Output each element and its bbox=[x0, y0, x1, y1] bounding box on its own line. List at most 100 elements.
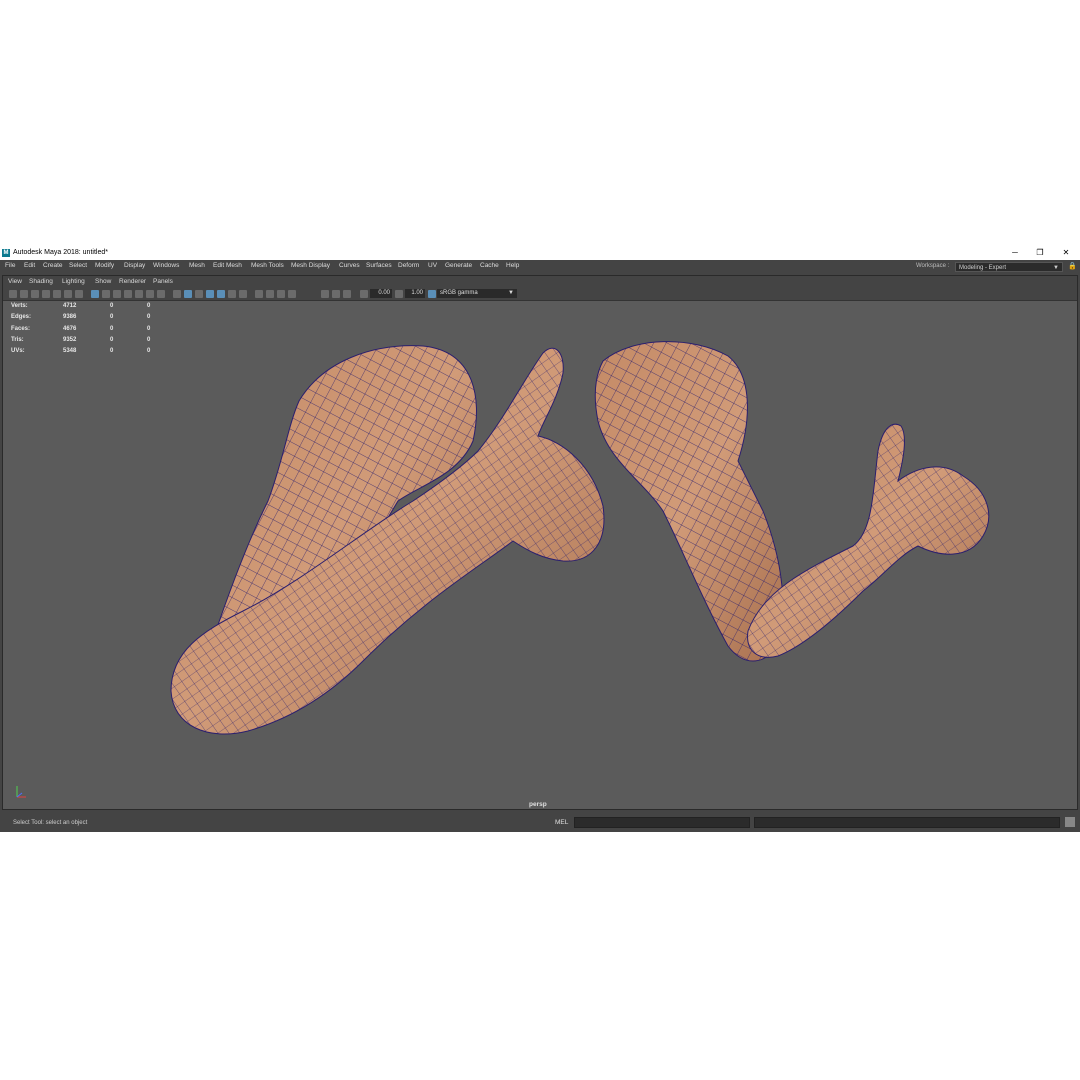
menu-generate[interactable]: Generate bbox=[445, 262, 472, 269]
3d-viewport[interactable]: Verts: 4712 0 0 Edges: 9386 0 0 Faces: 4… bbox=[3, 301, 1077, 809]
hud-label: Edges: bbox=[11, 314, 32, 321]
title-bar: M Autodesk Maya 2018: untitled* ─ ❐ ✕ bbox=[0, 246, 1080, 260]
gamma-icon[interactable] bbox=[395, 290, 403, 298]
window-title: Autodesk Maya 2018: untitled* bbox=[13, 249, 108, 256]
scene-render bbox=[170, 341, 990, 735]
2d-pan-icon[interactable] bbox=[53, 290, 61, 298]
panel-menu-view[interactable]: View bbox=[8, 278, 22, 285]
hud-value: 0 bbox=[110, 336, 114, 343]
hud-label: Tris: bbox=[11, 336, 24, 343]
gamma-field[interactable]: 1.00 bbox=[405, 289, 425, 298]
exposure-icon[interactable] bbox=[360, 290, 368, 298]
safe-action-icon[interactable] bbox=[135, 290, 143, 298]
menu-edit[interactable]: Edit bbox=[24, 262, 35, 269]
menu-create[interactable]: Create bbox=[43, 262, 63, 269]
use-all-lights-icon[interactable] bbox=[206, 290, 214, 298]
menu-deform[interactable]: Deform bbox=[398, 262, 419, 269]
menu-select[interactable]: Select bbox=[69, 262, 87, 269]
menu-cache[interactable]: Cache bbox=[480, 262, 499, 269]
hud-label: Faces: bbox=[11, 325, 31, 332]
menu-help[interactable]: Help bbox=[506, 262, 519, 269]
hud-label: Verts: bbox=[11, 303, 28, 309]
film-gate-icon[interactable] bbox=[91, 290, 99, 298]
depth-of-field-icon[interactable] bbox=[343, 290, 351, 298]
command-line-bar: Select Tool: select an object MEL bbox=[0, 813, 1080, 832]
left-arm-mesh bbox=[170, 345, 605, 735]
color-management-icon[interactable] bbox=[428, 290, 436, 298]
workspace-dropdown[interactable]: Modeling - Expert ▼ bbox=[955, 262, 1063, 272]
workspace-label: Workspace : bbox=[916, 263, 950, 269]
menu-curves[interactable]: Curves bbox=[339, 262, 360, 269]
hud-value: 4676 bbox=[63, 325, 77, 332]
wireframe-on-shaded-icon[interactable] bbox=[184, 290, 192, 298]
script-language-toggle[interactable]: MEL bbox=[555, 819, 568, 826]
panel-menu-shading[interactable]: Shading bbox=[29, 278, 53, 285]
menu-uv[interactable]: UV bbox=[428, 262, 437, 269]
hud-value: 0 bbox=[147, 303, 151, 309]
panel-toolbar: 0.00 1.00 sRGB gamma ▼ bbox=[3, 288, 1077, 301]
menu-mesh-display[interactable]: Mesh Display bbox=[291, 262, 330, 269]
hud-value: 0 bbox=[147, 336, 151, 343]
help-line: Select Tool: select an object bbox=[13, 820, 88, 826]
gate-mask-icon[interactable] bbox=[113, 290, 121, 298]
grease-pencil-icon[interactable] bbox=[64, 290, 72, 298]
panel-menu-panels[interactable]: Panels bbox=[153, 278, 173, 285]
viewport-panel: View Shading Lighting Show Renderer Pane… bbox=[2, 275, 1078, 810]
close-button[interactable]: ✕ bbox=[1058, 247, 1074, 259]
grid-icon[interactable] bbox=[75, 290, 83, 298]
light-icon[interactable] bbox=[228, 290, 236, 298]
menu-edit-mesh[interactable]: Edit Mesh bbox=[213, 262, 242, 269]
chevron-down-icon: ▼ bbox=[508, 290, 514, 296]
menu-windows[interactable]: Windows bbox=[153, 262, 179, 269]
textured-icon[interactable] bbox=[195, 290, 203, 298]
menu-mesh[interactable]: Mesh bbox=[189, 262, 205, 269]
hud-value: 9352 bbox=[63, 336, 77, 343]
image-plane-icon[interactable] bbox=[42, 290, 50, 298]
panel-menu-renderer[interactable]: Renderer bbox=[119, 278, 146, 285]
shaded-icon[interactable] bbox=[173, 290, 181, 298]
menu-surfaces[interactable]: Surfaces bbox=[366, 262, 392, 269]
color-space-dropdown[interactable]: sRGB gamma ▼ bbox=[437, 289, 517, 298]
xray-icon[interactable] bbox=[266, 290, 274, 298]
menu-file[interactable]: File bbox=[5, 262, 15, 269]
panel-menu-show[interactable]: Show bbox=[95, 278, 111, 285]
hud-value: 0 bbox=[110, 303, 114, 309]
hud-value: 0 bbox=[147, 325, 151, 332]
field-chart-icon[interactable] bbox=[124, 290, 132, 298]
bookmark-icon[interactable] bbox=[31, 290, 39, 298]
maya-window: M Autodesk Maya 2018: untitled* ─ ❐ ✕ Fi… bbox=[0, 246, 1080, 832]
xray-components-icon[interactable] bbox=[288, 290, 296, 298]
menu-mesh-tools[interactable]: Mesh Tools bbox=[251, 262, 284, 269]
anti-aliasing-icon[interactable] bbox=[332, 290, 340, 298]
hud-value: 5348 bbox=[63, 348, 77, 355]
camera-icon[interactable] bbox=[9, 290, 17, 298]
resolution-gate-icon[interactable] bbox=[102, 290, 110, 298]
maya-logo-icon: M bbox=[2, 249, 10, 257]
menu-modify[interactable]: Modify bbox=[95, 262, 114, 269]
lock-icon[interactable]: 🔒 bbox=[1068, 262, 1077, 271]
script-editor-icon[interactable] bbox=[1065, 817, 1075, 827]
hud-label: UVs: bbox=[11, 348, 25, 355]
wireframe-icon[interactable] bbox=[157, 290, 165, 298]
panel-menu-bar: View Shading Lighting Show Renderer Pane… bbox=[3, 276, 1077, 288]
panel-menu-lighting[interactable]: Lighting bbox=[62, 278, 85, 285]
hud-value: 9386 bbox=[63, 314, 77, 321]
shadows-icon[interactable] bbox=[217, 290, 225, 298]
command-result-field bbox=[754, 817, 1060, 828]
hud-value: 0 bbox=[147, 314, 151, 321]
command-input[interactable] bbox=[574, 817, 750, 828]
camera-label: persp bbox=[529, 801, 547, 808]
xray-joints-icon[interactable] bbox=[277, 290, 285, 298]
hud-value: 4712 bbox=[63, 303, 77, 309]
motion-blur-icon[interactable] bbox=[321, 290, 329, 298]
hud-value: 0 bbox=[110, 325, 114, 332]
camera-attributes-icon[interactable] bbox=[20, 290, 28, 298]
isolate-select-icon[interactable] bbox=[255, 290, 263, 298]
minimize-button[interactable]: ─ bbox=[1007, 247, 1023, 259]
restore-button[interactable]: ❐ bbox=[1032, 247, 1048, 259]
axis-gizmo-icon bbox=[16, 786, 26, 798]
menu-display[interactable]: Display bbox=[124, 262, 145, 269]
ambient-occlusion-icon[interactable] bbox=[239, 290, 247, 298]
safe-title-icon[interactable] bbox=[146, 290, 154, 298]
exposure-field[interactable]: 0.00 bbox=[370, 289, 392, 298]
